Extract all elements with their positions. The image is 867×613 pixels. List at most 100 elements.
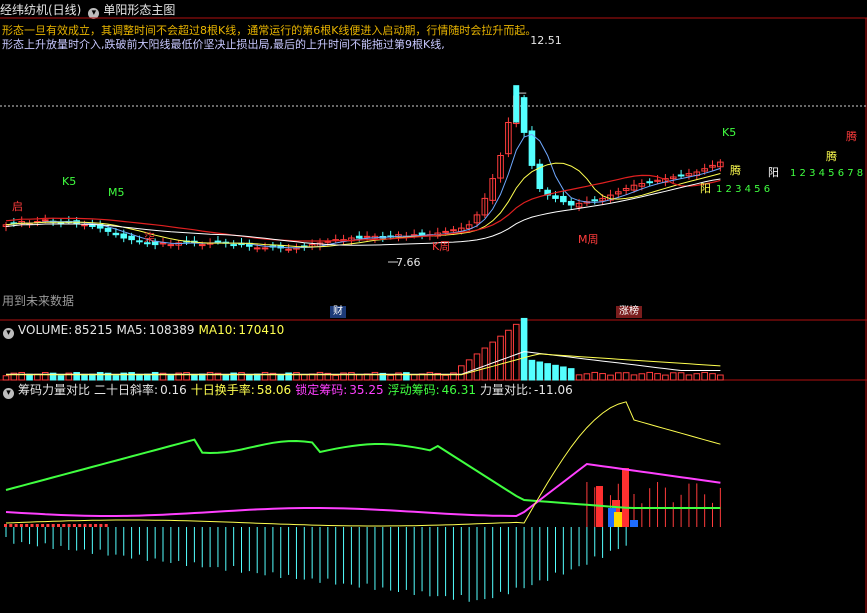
chip-title: 筹码力量对比 [18, 383, 91, 397]
candle-body [136, 240, 143, 243]
teng-label-3: 腾 [846, 129, 857, 143]
locked-label: 锁定筹码: [295, 383, 348, 397]
candle-body [120, 233, 128, 239]
candle-body [285, 248, 292, 251]
slope-label: 二十日斜率: [94, 383, 159, 397]
candle-body [450, 229, 457, 232]
volume-bar [403, 372, 410, 381]
volume-ma5-line [6, 351, 721, 375]
volume-bar [654, 373, 661, 381]
chip-expand-icon[interactable]: ▾ [3, 388, 14, 399]
volume-bar [662, 374, 669, 381]
count-label-2: 1 2 3 4 5 6 7 8 9 [790, 168, 867, 179]
slope-value: 0.16 [160, 383, 187, 397]
chip-dot [9, 524, 13, 527]
volume-bar [96, 371, 104, 381]
chip-dot [78, 524, 82, 527]
volume-bar [261, 371, 269, 381]
chip-dot [83, 524, 87, 527]
count-label-1: 1 2 3 4 5 6 [716, 184, 770, 195]
future-data-label: 用到未来数据 [2, 294, 75, 308]
volume-bar [348, 372, 355, 381]
volume-bar [701, 371, 708, 381]
candle-body [591, 199, 599, 202]
volume-header: ▾ VOLUME: 85215 MA5: 108389 MA10: 170410 [0, 323, 288, 339]
peak-price-label: 12.51 [530, 34, 562, 47]
volume-bar [246, 374, 253, 381]
volume-bar [630, 374, 638, 381]
chip-dot [99, 524, 103, 527]
volume-bar [293, 372, 300, 381]
candle-body [159, 242, 167, 245]
volume-bar [638, 373, 646, 381]
turnover-label: 十日换手率: [190, 383, 255, 397]
candle-body [418, 232, 426, 236]
k5-right-label: K5 [722, 126, 736, 139]
volume-expand-icon[interactable]: ▾ [3, 328, 14, 339]
volume-bar [57, 375, 65, 381]
floating-value: 46.31 [441, 383, 476, 397]
price-chart-svg: 12.517.66启K5M5柒K周M周K5腾腾腾阳阳1 2 3 4 5 61 2… [0, 17, 867, 613]
chip-block-2 [622, 468, 629, 527]
volume-bar [191, 373, 198, 381]
volume-bar [520, 317, 528, 381]
chip-block-5 [630, 520, 638, 527]
teng-label-2: 腾 [826, 149, 837, 163]
chip-dot [51, 524, 55, 527]
candle-body [261, 247, 269, 250]
volume-bar [615, 372, 622, 381]
volume-bar [685, 374, 693, 381]
m5-label: M5 [108, 186, 125, 199]
volume-bar [512, 323, 520, 381]
finance-tag[interactable]: 财 [330, 306, 346, 318]
power-value: -11.06 [534, 383, 573, 397]
volume-bar [528, 359, 536, 381]
volume-value: 85215 [74, 323, 113, 337]
chip-dot [25, 524, 29, 527]
candle-body [214, 240, 222, 243]
candle-body [128, 235, 135, 241]
candle-body [520, 97, 528, 133]
volume-bar [552, 364, 559, 381]
volume-bar [709, 373, 716, 381]
candle-body [167, 244, 175, 247]
volume-bar [410, 374, 418, 381]
chip-dot [14, 524, 18, 527]
ma10-label: MA10: [198, 323, 237, 337]
chip-dot [94, 524, 98, 527]
m-week-label: M周 [578, 233, 599, 246]
volume-bar [332, 374, 339, 381]
volume-bar [693, 373, 701, 381]
chip-dot [19, 524, 23, 527]
volume-bar [505, 329, 512, 381]
volume-bar [112, 375, 120, 381]
candle-body [677, 174, 685, 177]
chip-dot [57, 524, 60, 527]
volume-bar [301, 374, 308, 381]
volume-bar [458, 365, 465, 381]
candle-body [355, 235, 363, 239]
chip-dot [62, 524, 66, 527]
candle-body [560, 195, 567, 203]
gain-list-tag[interactable]: 涨榜 [616, 306, 642, 318]
volume-bar [442, 374, 449, 381]
chart-stage: 经纬纺机(日线) ▾ 单阳形态主图 形态一旦有效成立，其调整时间不会超过8根K线，通… [0, 0, 867, 613]
chip-dot [88, 524, 92, 527]
volume-bar [489, 341, 496, 381]
floating-label: 浮动筹码: [387, 383, 440, 397]
volume-ma10-line [6, 353, 721, 376]
k5-label: K5 [62, 175, 76, 188]
yang-label-2: 阳 [768, 166, 779, 179]
volume-bar [473, 353, 481, 381]
volume-bar [2, 375, 10, 381]
volume-bar [222, 375, 230, 381]
candle-body [112, 232, 120, 236]
chip-dot [35, 524, 39, 527]
candle-body [442, 230, 449, 233]
volume-bar [426, 371, 434, 381]
chip-dot [4, 524, 7, 527]
volume-bar [544, 363, 551, 381]
teng-label-1: 腾 [730, 163, 741, 177]
locked-value: 35.25 [349, 383, 384, 397]
candle-body [253, 247, 261, 250]
